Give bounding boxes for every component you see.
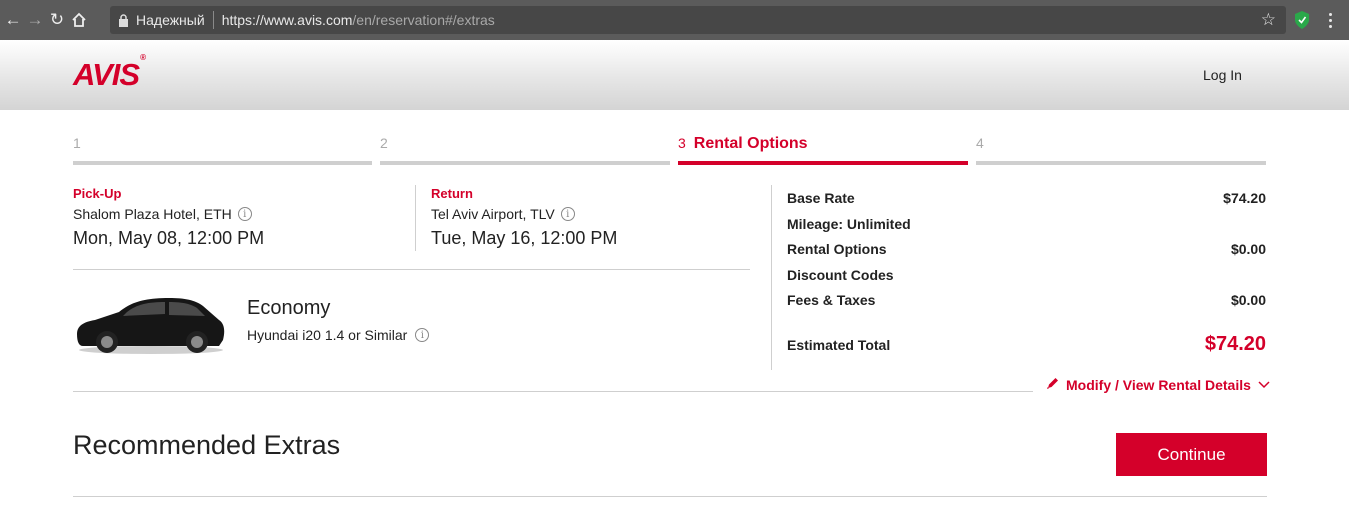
recommended-extras-title: Recommended Extras bbox=[73, 430, 341, 460]
step-3-rental-options[interactable]: 3 Rental Options bbox=[678, 135, 968, 165]
summary-row-discount-codes[interactable]: Discount Codes bbox=[787, 267, 1266, 283]
site-header bbox=[0, 40, 1349, 110]
summary-row-base-rate: Base Rate $74.20 bbox=[787, 190, 1266, 206]
info-icon[interactable]: i bbox=[560, 207, 575, 221]
step-number: 1 bbox=[73, 135, 81, 151]
step-bar bbox=[73, 161, 372, 165]
logo-trademark: ® bbox=[140, 52, 146, 62]
modify-link-label: Modify / View Rental Details bbox=[1066, 376, 1251, 393]
step-1[interactable]: 1 bbox=[73, 135, 372, 165]
return-datetime: Tue, May 16, 12:00 PM bbox=[431, 228, 618, 248]
info-icon[interactable]: i bbox=[237, 207, 252, 221]
return-location: Tel Aviv Airport, TLV bbox=[431, 206, 555, 222]
summary-row-rental-options: Rental Options $0.00 bbox=[787, 241, 1266, 257]
back-icon[interactable]: ← bbox=[2, 9, 24, 31]
browser-toolbar: ← → ↻ Надежный https://www.avis.com/en/r… bbox=[0, 0, 1349, 40]
step-bar bbox=[380, 161, 670, 165]
summary-label: Fees & Taxes bbox=[787, 292, 876, 308]
pickup-label: Pick-Up bbox=[73, 186, 122, 201]
secure-label: Надежный bbox=[136, 12, 205, 28]
divider bbox=[771, 185, 772, 370]
return-label: Return bbox=[431, 186, 473, 201]
browser-menu-icon[interactable] bbox=[1325, 10, 1335, 30]
lock-icon bbox=[116, 12, 130, 28]
step-bar bbox=[976, 161, 1266, 165]
home-icon[interactable] bbox=[68, 9, 90, 31]
summary-label: Base Rate bbox=[787, 190, 855, 206]
divider bbox=[73, 496, 1267, 497]
shield-extension-icon[interactable] bbox=[1294, 10, 1310, 30]
step-bar bbox=[678, 161, 968, 165]
car-class: Economy bbox=[247, 297, 331, 319]
pickup-section: Pick-Up Shalom Plaza Hotel, ETH i Mon, M… bbox=[73, 186, 264, 249]
login-link[interactable]: Log In bbox=[1203, 67, 1242, 83]
step-number: 4 bbox=[976, 135, 984, 151]
modify-rental-details-link[interactable]: Modify / View Rental Details bbox=[1046, 376, 1271, 393]
url-text[interactable]: https://www.avis.com/en/reservation#/ext… bbox=[222, 12, 495, 28]
chevron-down-icon bbox=[1257, 377, 1271, 393]
pickup-location: Shalom Plaza Hotel, ETH bbox=[73, 206, 232, 222]
step-number: 3 bbox=[678, 135, 686, 151]
summary-amount: $0.00 bbox=[1230, 241, 1266, 257]
pencil-icon bbox=[1046, 376, 1060, 393]
summary-label: Discount Codes bbox=[787, 267, 894, 283]
step-2[interactable]: 2 bbox=[380, 135, 670, 165]
reload-icon[interactable]: ↻ bbox=[46, 9, 68, 31]
step-label: Rental Options bbox=[693, 135, 808, 152]
summary-row-fees-taxes: Fees & Taxes $0.00 bbox=[787, 292, 1266, 308]
summary-row-mileage: Mileage: Unlimited bbox=[787, 216, 1266, 232]
car-model: Hyundai i20 1.4 or Similar bbox=[247, 327, 408, 343]
car-image bbox=[73, 290, 227, 356]
summary-amount: $74.20 bbox=[1223, 190, 1266, 206]
bookmark-star-icon[interactable]: ☆ bbox=[1261, 10, 1276, 30]
forward-icon[interactable]: → bbox=[24, 9, 46, 31]
url-path: /en/reservation#/extras bbox=[352, 12, 495, 28]
address-divider bbox=[212, 11, 214, 29]
total-label: Estimated Total bbox=[787, 336, 891, 353]
total-amount: $74.20 bbox=[1204, 333, 1266, 355]
summary-label: Mileage: Unlimited bbox=[787, 216, 911, 232]
summary-label: Rental Options bbox=[787, 241, 887, 257]
info-icon[interactable]: i bbox=[415, 328, 430, 342]
logo-text: AVIS bbox=[73, 57, 140, 92]
divider bbox=[73, 269, 750, 270]
step-number: 2 bbox=[380, 135, 388, 151]
summary-amount: $0.00 bbox=[1230, 292, 1266, 308]
divider bbox=[415, 185, 416, 251]
car-info: Economy Hyundai i20 1.4 or Similar i bbox=[247, 297, 430, 343]
address-bar[interactable]: Надежный https://www.avis.com/en/reserva… bbox=[110, 6, 1286, 34]
summary-row-total: Estimated Total $74.20 bbox=[787, 333, 1266, 356]
pickup-datetime: Mon, May 08, 12:00 PM bbox=[73, 228, 265, 248]
continue-button[interactable]: Continue bbox=[1116, 433, 1267, 476]
divider bbox=[73, 391, 1033, 392]
return-section: Return Tel Aviv Airport, TLV i Tue, May … bbox=[431, 186, 617, 249]
step-4[interactable]: 4 bbox=[976, 135, 1266, 165]
avis-logo[interactable]: AVIS® bbox=[73, 53, 146, 93]
url-host: https://www.avis.com bbox=[221, 12, 353, 28]
